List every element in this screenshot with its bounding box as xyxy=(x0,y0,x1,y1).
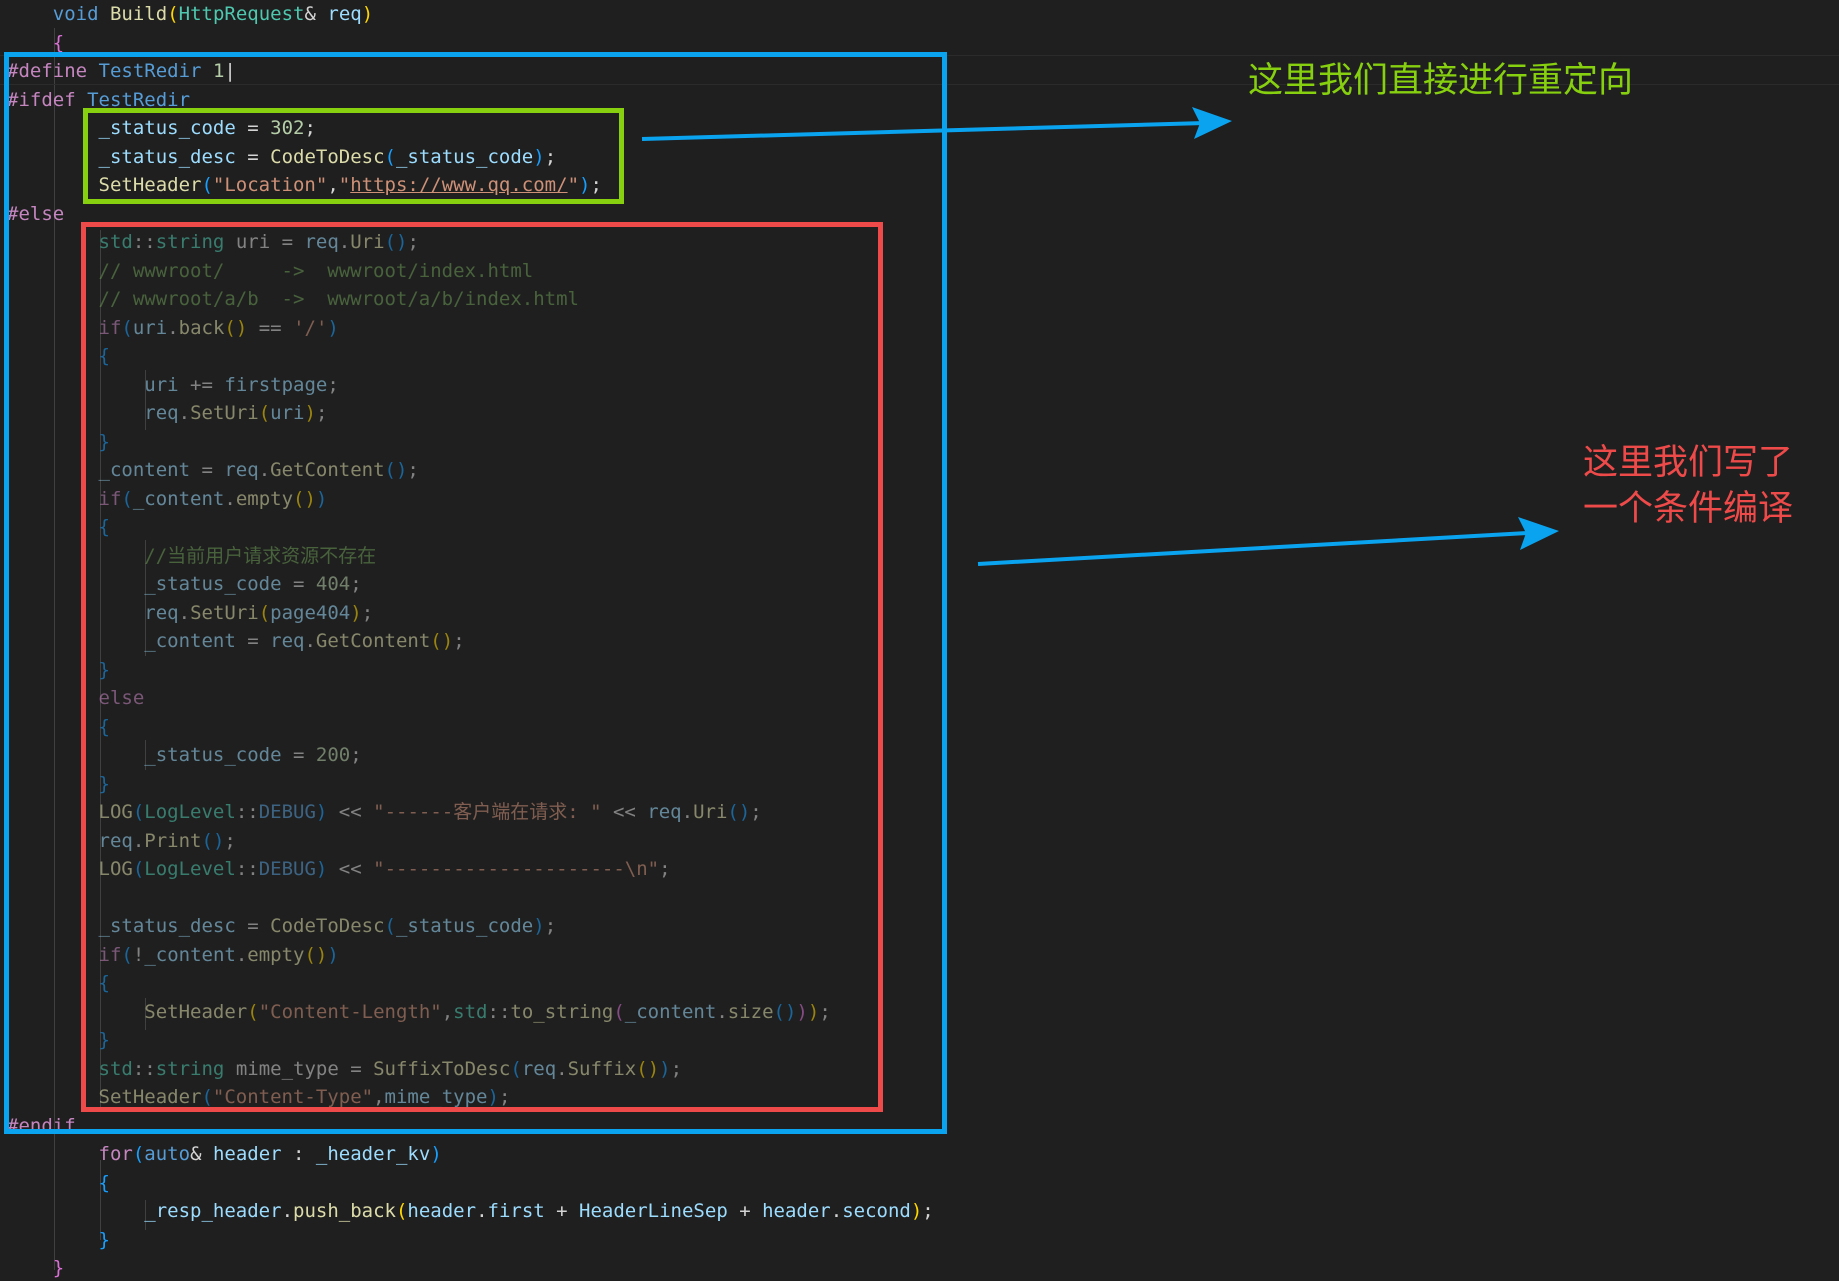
code-token: . xyxy=(476,1200,488,1222)
code-token: header xyxy=(407,1200,477,1222)
redirect-annotation: 这里我们直接进行重定向 xyxy=(1248,61,1634,101)
code-token: auto xyxy=(144,1143,191,1165)
code-token: req xyxy=(327,3,362,25)
code-token: first xyxy=(487,1200,545,1222)
code-token: . xyxy=(281,1200,294,1222)
code-line[interactable]: _resp_header.push_back(header.first + He… xyxy=(7,1197,934,1225)
code-token: { xyxy=(98,1171,110,1194)
code-token: ; xyxy=(922,1200,934,1222)
arrow-to-red-note xyxy=(977,517,1559,566)
code-token: second xyxy=(842,1200,911,1222)
code-token: header xyxy=(762,1200,831,1222)
redirect-code-box xyxy=(83,108,624,204)
code-line[interactable]: { xyxy=(7,1169,110,1197)
code-token: for xyxy=(98,1143,133,1165)
code-line[interactable]: for(auto& header : _header_kv) xyxy=(7,1140,442,1168)
code-token: & xyxy=(304,3,328,25)
code-line[interactable]: } xyxy=(7,1226,110,1254)
code-token: ( xyxy=(395,1200,408,1222)
code-token: Build xyxy=(109,3,168,25)
code-token: void xyxy=(52,3,99,25)
code-token: HeaderLineSep xyxy=(579,1200,728,1222)
code-editor[interactable]: void Build(HttpRequest& req) {#define Te… xyxy=(0,0,1839,1281)
code-line[interactable]: } xyxy=(7,1254,64,1281)
code-token: ( xyxy=(132,1143,145,1165)
code-token: HttpRequest xyxy=(178,3,305,25)
else-branch-box xyxy=(81,222,883,1112)
code-token: . xyxy=(830,1200,843,1222)
code-token: + xyxy=(544,1200,580,1222)
code-token: ) xyxy=(430,1143,442,1165)
annotation-line-2: 一个条件编译 xyxy=(1583,489,1794,529)
code-token: : xyxy=(281,1143,316,1165)
code-token: } xyxy=(52,1257,65,1279)
code-token: _resp_header xyxy=(144,1200,282,1222)
code-line[interactable]: void Build(HttpRequest& req) xyxy=(7,0,373,28)
annotation-line-1: 这里我们写了 xyxy=(1583,443,1794,483)
code-token: _header_kv xyxy=(315,1143,431,1165)
code-token: } xyxy=(98,1228,110,1251)
code-token: + xyxy=(727,1200,763,1222)
code-token: { xyxy=(52,31,65,54)
conditional-compile-annotation: 这里我们写了 一个条件编译 xyxy=(1583,440,1793,532)
code-token: ( xyxy=(167,3,179,25)
code-token: & xyxy=(190,1143,213,1165)
code-token: header xyxy=(212,1143,282,1165)
code-token: ) xyxy=(910,1200,923,1222)
code-token: ) xyxy=(361,3,374,25)
code-token: push_back xyxy=(293,1200,396,1222)
